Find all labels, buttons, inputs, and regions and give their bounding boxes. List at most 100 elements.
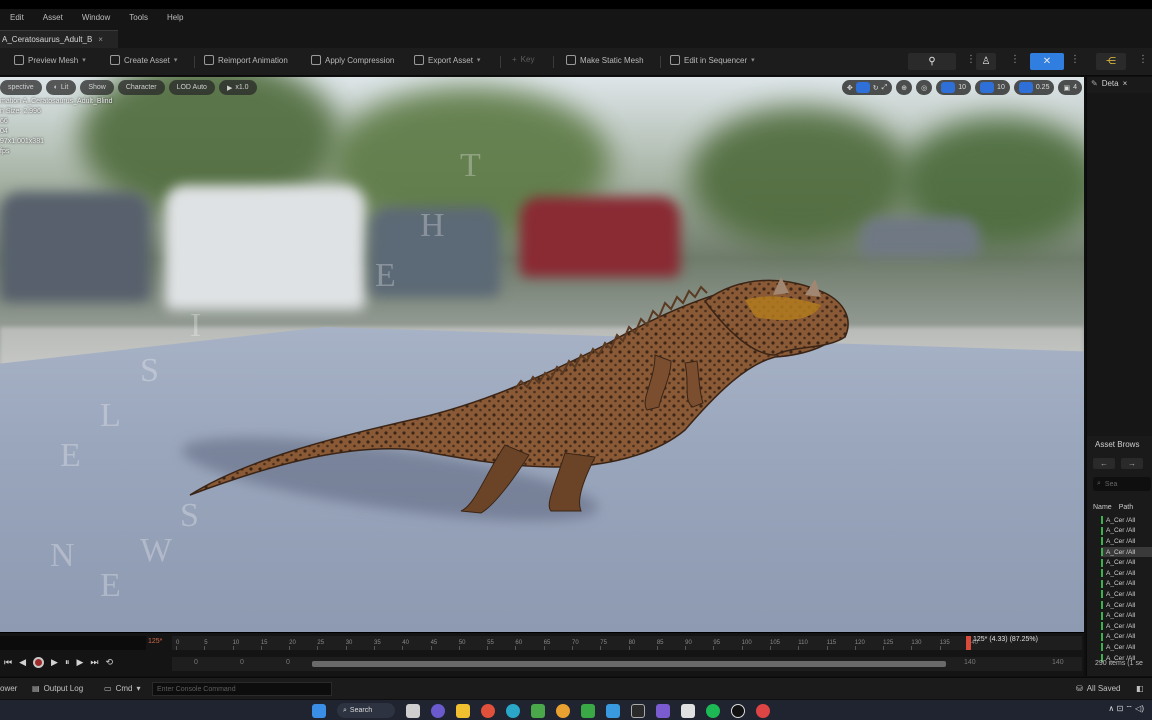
apply-compression-button[interactable]: Apply Compression bbox=[311, 55, 394, 65]
cmd-dropdown[interactable]: ▭ Cmd ▾ bbox=[104, 684, 140, 693]
list-item[interactable]: A_Cer /All bbox=[1101, 642, 1152, 653]
forward-arrow-icon[interactable]: → bbox=[1121, 458, 1143, 469]
browser-icon[interactable] bbox=[481, 703, 495, 718]
skeleton-mode-button[interactable]: ⚲ bbox=[908, 53, 956, 70]
unreal-engine-icon[interactable] bbox=[731, 703, 745, 718]
grid-snap-toggle[interactable]: 10 bbox=[936, 80, 972, 95]
transform-tools[interactable]: ✥ ↻ ⤢ bbox=[841, 80, 893, 95]
lod-dropdown[interactable]: LOD Auto bbox=[168, 80, 215, 95]
more-icon[interactable]: ⋮ bbox=[1010, 54, 1020, 65]
loop-icon[interactable]: ⟲ bbox=[106, 657, 114, 668]
tab-animation-asset[interactable]: A_Ceratosaurus_Adult_B × bbox=[0, 30, 118, 48]
list-item[interactable]: A_Cer /All bbox=[1101, 515, 1152, 526]
lit-dropdown[interactable]: ◐ Lit bbox=[45, 80, 77, 95]
discord-icon[interactable] bbox=[656, 703, 670, 718]
ruler-tick-mark bbox=[826, 646, 828, 650]
step-back-icon[interactable]: ◀ bbox=[19, 657, 26, 668]
app-icon[interactable] bbox=[606, 703, 620, 718]
column-name[interactable]: Name bbox=[1093, 504, 1112, 511]
hud-line: n Size: 2.996 bbox=[0, 108, 41, 115]
scale-snap-toggle[interactable]: 0.25 bbox=[1013, 80, 1055, 95]
system-tray[interactable]: ∧ ⊡ ⌔ ◁) bbox=[1108, 704, 1144, 714]
chat-app-icon[interactable] bbox=[431, 703, 445, 718]
skip-to-start-icon[interactable]: ⏮ bbox=[4, 657, 12, 668]
chrome-icon[interactable] bbox=[556, 703, 570, 718]
list-item[interactable]: A_Cer /All bbox=[1101, 579, 1152, 590]
asset-name: A_Cer /All bbox=[1106, 559, 1136, 567]
asset-search-input[interactable]: ⌕ Sea bbox=[1093, 477, 1151, 491]
save-status[interactable]: ⛁ All Saved bbox=[1076, 684, 1121, 693]
menu-help[interactable]: Help bbox=[167, 13, 183, 22]
rotation-snap-toggle[interactable]: 10 bbox=[975, 80, 1010, 95]
content-drawer-button[interactable]: ower bbox=[0, 684, 17, 693]
menu-tools[interactable]: Tools bbox=[129, 13, 148, 22]
app-icon[interactable] bbox=[756, 703, 770, 718]
file-explorer-icon[interactable] bbox=[456, 703, 470, 718]
key-button[interactable]: + Key bbox=[512, 55, 534, 64]
taskbar-search-label: Search bbox=[349, 707, 373, 714]
menu-edit[interactable]: Edit bbox=[10, 13, 24, 22]
timeline-range-track[interactable]: 0 0 0 140 140 bbox=[172, 657, 1082, 671]
list-item[interactable]: A_Cer /All bbox=[1101, 621, 1152, 632]
angle-icon bbox=[980, 82, 995, 93]
record-icon[interactable] bbox=[33, 657, 45, 668]
menu-asset[interactable]: Asset bbox=[43, 13, 63, 22]
store-icon[interactable] bbox=[531, 703, 545, 718]
show-dropdown[interactable]: Show bbox=[80, 80, 114, 95]
list-item[interactable]: A_Cer /All bbox=[1101, 589, 1152, 600]
details-tab[interactable]: ✎ Deta × bbox=[1091, 79, 1127, 88]
menu-window[interactable]: Window bbox=[82, 13, 110, 22]
animation-mode-button[interactable]: ✕ bbox=[1030, 53, 1064, 70]
list-item[interactable]: A_Cer /All bbox=[1101, 632, 1152, 643]
output-log-button[interactable]: ▤ Output Log bbox=[32, 684, 83, 693]
perspective-dropdown[interactable]: spective bbox=[0, 80, 42, 95]
skip-to-end-icon[interactable]: ⏭ bbox=[90, 657, 98, 668]
source-control-icon[interactable]: ◧ bbox=[1136, 684, 1144, 693]
character-dropdown[interactable]: Character bbox=[117, 80, 165, 95]
list-item[interactable]: A_Cer /All bbox=[1101, 526, 1152, 537]
task-view-icon[interactable] bbox=[406, 703, 420, 718]
world-local-toggle[interactable]: ⊕ bbox=[896, 80, 913, 95]
range-scrollbar[interactable] bbox=[312, 661, 946, 667]
edit-in-sequencer-button[interactable]: Edit in Sequencer ▾ bbox=[670, 55, 755, 65]
step-forward-icon[interactable]: ▶ bbox=[76, 657, 83, 668]
more-icon[interactable]: ⋮ bbox=[966, 54, 976, 65]
back-arrow-icon[interactable]: ← bbox=[1093, 458, 1115, 469]
list-item[interactable]: A_Cer /All bbox=[1101, 557, 1152, 568]
reimport-animation-button[interactable]: Reimport Animation bbox=[204, 55, 288, 65]
close-icon[interactable]: × bbox=[98, 35, 103, 44]
play-forward-icon[interactable]: ▶ bbox=[51, 657, 58, 668]
list-item[interactable]: A_Cer /All bbox=[1101, 546, 1152, 558]
windows-start-icon[interactable] bbox=[312, 703, 326, 718]
preview-mesh-button[interactable]: Preview Mesh ▾ bbox=[14, 55, 86, 65]
hud-line: 04 bbox=[0, 128, 8, 135]
pause-icon[interactable]: ⏸ bbox=[65, 657, 70, 668]
surface-snap-toggle[interactable]: ◎ bbox=[916, 80, 933, 95]
character-label: Character bbox=[125, 84, 157, 91]
terminal-app-icon[interactable] bbox=[631, 703, 645, 718]
close-icon[interactable]: × bbox=[1123, 79, 1128, 88]
taskbar-search[interactable]: ⌕ Search bbox=[337, 703, 395, 718]
console-command-input[interactable]: Enter Console Command bbox=[152, 682, 332, 696]
export-asset-button[interactable]: Export Asset ▾ bbox=[414, 55, 480, 65]
spotify-icon[interactable] bbox=[706, 703, 720, 718]
timeline-ruler[interactable]: 0 5 10 15 20 25 30 35 40 45 50 55 60 65 70 75 80 85 90 95 10… bbox=[172, 636, 1082, 650]
list-item[interactable]: A_Cer /All bbox=[1101, 536, 1152, 547]
edge-icon[interactable] bbox=[506, 703, 520, 718]
photos-icon[interactable] bbox=[681, 703, 695, 718]
more-icon[interactable]: ⋮ bbox=[1070, 54, 1080, 65]
more-icon[interactable]: ⋮ bbox=[1138, 54, 1148, 65]
xbox-icon[interactable] bbox=[581, 703, 595, 718]
camera-speed-toggle[interactable]: ▣ 4 bbox=[1058, 80, 1082, 95]
create-asset-button[interactable]: Create Asset ▾ bbox=[110, 55, 177, 65]
playback-speed-dropdown[interactable]: ▶ x1.0 bbox=[218, 80, 257, 95]
playhead[interactable] bbox=[966, 636, 971, 650]
list-item[interactable]: A_Cer /All bbox=[1101, 610, 1152, 621]
list-item[interactable]: A_Cer /All bbox=[1101, 568, 1152, 579]
make-static-mesh-button[interactable]: Make Static Mesh bbox=[566, 55, 644, 65]
blueprint-mode-button[interactable]: ⋲ bbox=[1096, 53, 1126, 70]
column-path[interactable]: Path bbox=[1119, 504, 1133, 511]
mesh-mode-button[interactable]: ♙ bbox=[976, 53, 996, 70]
list-item[interactable]: A_Cer /All bbox=[1101, 600, 1152, 611]
viewport[interactable]: T H E I S L E N E W S spective ◐ Lit Show… bbox=[0, 77, 1084, 632]
